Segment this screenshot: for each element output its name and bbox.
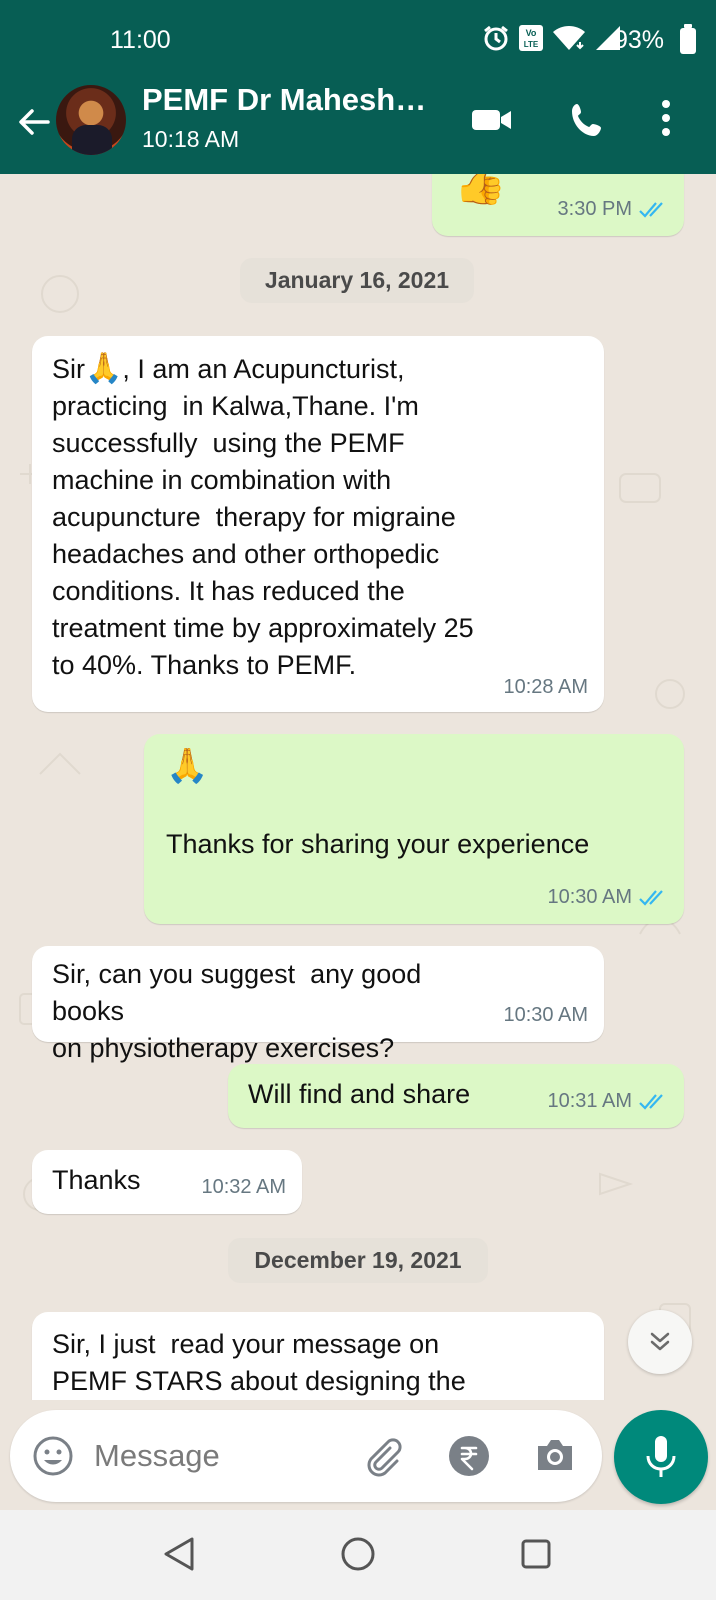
last-seen: 10:18 AM [142, 126, 240, 152]
message-text: Will find and share [248, 1079, 471, 1109]
double-tick-read-icon [639, 201, 663, 218]
double-chevron-down-icon [650, 1332, 670, 1351]
avatar[interactable] [56, 85, 126, 155]
attach-icon[interactable] [360, 1434, 404, 1478]
message-incoming[interactable]: Thanks 10:32 AM [32, 1150, 302, 1214]
back-arrow-icon[interactable] [12, 100, 56, 144]
message-outgoing[interactable]: Will find and share 10:31 AM [228, 1064, 684, 1128]
scroll-to-bottom-button[interactable] [628, 1310, 692, 1374]
battery-percent: 93% [613, 26, 664, 54]
message-composer [10, 1410, 602, 1502]
message-text: Thanks [52, 1165, 141, 1195]
nav-home-icon[interactable] [340, 1536, 376, 1572]
date-separator: December 19, 2021 [228, 1238, 488, 1283]
camera-icon[interactable] [534, 1436, 576, 1474]
message-incoming[interactable]: Sir🙏, I am an Acupuncturist, practicing … [32, 336, 604, 712]
volte-icon: Vo LTE [519, 25, 543, 51]
message-time: 10:31 AM [547, 1090, 632, 1112]
svg-text:Vo: Vo [526, 28, 537, 38]
folded-hands-emoji: 🙏 [85, 352, 123, 385]
rupee-icon[interactable] [448, 1435, 490, 1477]
emoji-icon[interactable] [32, 1435, 74, 1477]
message-time: 10:30 AM [503, 1004, 588, 1026]
mic-button[interactable] [614, 1410, 708, 1504]
message-text-lead: Sir [52, 354, 85, 384]
alarm-icon [484, 25, 508, 51]
nav-recents-icon[interactable] [520, 1538, 552, 1570]
message-time: 10:28 AM [503, 676, 588, 698]
status-time: 11:00 [110, 26, 171, 54]
chat-header: PEMF Dr Mahesh… 10:18 AM [0, 80, 716, 174]
status-icons: Vo LTE [482, 24, 622, 52]
wifi-icon [553, 26, 585, 50]
message-time: 10:30 AM [547, 886, 632, 908]
more-vert-icon[interactable] [660, 98, 672, 138]
phone-call-icon[interactable] [568, 100, 608, 140]
message-text: Sir, can you suggest any good books on p… [52, 959, 422, 1063]
contact-name[interactable]: PEMF Dr Mahesh… [142, 82, 426, 118]
message-text: Thanks for sharing your experience [166, 829, 590, 859]
nav-back-icon[interactable] [162, 1536, 196, 1572]
message-incoming[interactable]: Sir, can you suggest any good books on p… [32, 946, 604, 1063]
thumbs-up-emoji: 👍 [454, 174, 507, 206]
video-call-icon[interactable] [470, 104, 514, 136]
status-bar: 11:00 Vo LTE 93% [0, 0, 716, 80]
double-tick-read-icon [639, 889, 663, 906]
folded-hands-emoji: 🙏 [166, 747, 209, 785]
message-outgoing[interactable]: 🙏 Thanks for sharing your experience 10:… [144, 734, 684, 924]
chat-area[interactable]: 👍 3:30 PM January 16, 2021 Sir🙏, I am an… [0, 174, 716, 1400]
mic-icon [646, 1436, 676, 1477]
message-input[interactable] [94, 1428, 334, 1484]
message-outgoing-partial[interactable]: 👍 3:30 PM [432, 174, 684, 236]
svg-text:LTE: LTE [524, 40, 539, 49]
message-time: 3:30 PM [557, 198, 632, 220]
battery-icon [680, 24, 696, 54]
message-text: , I am an Acupuncturist, practicing in K… [52, 354, 474, 680]
date-separator: January 16, 2021 [240, 258, 474, 303]
double-tick-read-icon [639, 1093, 663, 1110]
message-incoming-partial[interactable]: Sir, I just read your message on PEMF ST… [32, 1312, 604, 1400]
message-time: 10:32 AM [201, 1176, 286, 1198]
message-text: Sir, I just read your message on PEMF ST… [52, 1329, 466, 1396]
system-nav-bar [0, 1510, 716, 1600]
